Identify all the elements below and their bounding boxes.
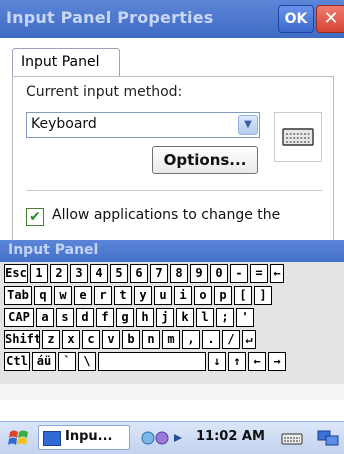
input-method-select[interactable]: Keyboard ▼ xyxy=(26,112,260,138)
keyboard-key[interactable]: 7 xyxy=(150,264,168,283)
keyboard-key[interactable]: u xyxy=(154,286,172,305)
keyboard-key[interactable]: ↓ xyxy=(208,352,226,371)
keyboard-key[interactable]: k xyxy=(176,308,194,327)
keyboard-key[interactable]: → xyxy=(268,352,286,371)
keyboard-key[interactable]: = xyxy=(250,264,268,283)
keyboard-key[interactable]: y xyxy=(134,286,152,305)
taskbar-task-button[interactable]: Inpu... xyxy=(38,425,130,450)
input-panel-title: Input Panel xyxy=(8,242,99,258)
keyboard-key[interactable]: t xyxy=(114,286,132,305)
input-method-value: Keyboard xyxy=(31,116,97,132)
keyboard-key[interactable]: 5 xyxy=(110,264,128,283)
keyboard-key[interactable]: c xyxy=(82,330,100,349)
keyboard-key[interactable]: r xyxy=(94,286,112,305)
keyboard-key[interactable]: ← xyxy=(270,264,284,283)
keyboard-key[interactable]: f xyxy=(96,308,114,327)
keyboard-key[interactable]: ; xyxy=(216,308,234,327)
keyboard-key[interactable]: s xyxy=(56,308,74,327)
keyboard-key[interactable]: / xyxy=(222,330,240,349)
keyboard-key[interactable]: q xyxy=(34,286,52,305)
keyboard-key[interactable]: 1 xyxy=(30,264,48,283)
keyboard-key[interactable]: m xyxy=(162,330,180,349)
keyboard-key[interactable]: a xyxy=(36,308,54,327)
keyboard-key[interactable]: 2 xyxy=(50,264,68,283)
taskbar-task-label: Inpu... xyxy=(65,429,113,444)
keyboard-key[interactable]: ← xyxy=(248,352,266,371)
options-button[interactable]: Options... xyxy=(152,146,258,174)
keyboard-key[interactable]: b xyxy=(122,330,140,349)
keyboard-key[interactable]: , xyxy=(182,330,200,349)
keyboard-key[interactable]: Ctl xyxy=(4,352,30,371)
keyboard-key[interactable]: \ xyxy=(78,352,96,371)
keyboard-icon xyxy=(282,128,314,146)
keyboard-row: Ctl áü ` \ ↓ ↑ ← → xyxy=(4,352,286,372)
keyboard-key[interactable] xyxy=(98,352,206,371)
separator xyxy=(26,190,322,191)
keyboard-key[interactable]: l xyxy=(196,308,214,327)
keyboard-key[interactable]: j xyxy=(156,308,174,327)
clock[interactable]: 11:02 AM xyxy=(196,429,265,444)
keyboard-key[interactable]: ' xyxy=(236,308,254,327)
ok-button[interactable]: OK xyxy=(278,5,314,33)
keyboard-key[interactable]: - xyxy=(230,264,248,283)
keyboard-key[interactable]: 3 xyxy=(70,264,88,283)
keyboard-key[interactable]: i xyxy=(174,286,192,305)
network-icon[interactable] xyxy=(316,428,340,448)
keyboard-key[interactable]: . xyxy=(202,330,220,349)
close-button[interactable]: ✕ xyxy=(316,5,344,33)
input-panel-toggle-icon[interactable] xyxy=(280,428,304,448)
keyboard-key[interactable]: p xyxy=(214,286,232,305)
keyboard-key[interactable]: e xyxy=(74,286,92,305)
keyboard-row: Tab q w e r t y u i o p[] xyxy=(4,286,272,306)
title-bar: Input Panel Properties OK ✕ xyxy=(0,0,344,38)
keyboard-key[interactable]: CAP xyxy=(4,308,34,327)
keyboard-key[interactable]: z xyxy=(42,330,60,349)
start-flag-icon[interactable] xyxy=(8,428,30,448)
tab-input-panel[interactable]: Input Panel xyxy=(12,48,120,76)
keyboard-key[interactable]: Esc xyxy=(4,264,28,283)
keyboard-key[interactable]: 4 xyxy=(90,264,108,283)
window-icon xyxy=(43,431,61,446)
keyboard-row: CAP a s d f g h j k l; ' xyxy=(4,308,254,328)
allow-change-checkbox[interactable]: ✔ xyxy=(26,208,44,226)
keyboard-key[interactable]: [ xyxy=(234,286,252,305)
input-panel-title-bar: Input Panel xyxy=(0,240,344,262)
keyboard-key[interactable]: 9 xyxy=(190,264,208,283)
keyboard-key[interactable]: ↑ xyxy=(228,352,246,371)
keyboard-key[interactable]: Shift xyxy=(4,330,40,349)
window-title: Input Panel Properties xyxy=(6,8,214,27)
keyboard-key[interactable]: áü xyxy=(32,352,56,371)
keyboard-key[interactable]: v xyxy=(102,330,120,349)
soft-keyboard: Esc 1 2 3 4 5 6 7 8 9 0- = ← Tab q w e r t y u i o p[] CAP a s d f g h… xyxy=(0,262,344,384)
keyboard-key[interactable]: 8 xyxy=(170,264,188,283)
keyboard-row: Shift z x c v b n m,. / ↵ xyxy=(4,330,256,350)
keyboard-key[interactable]: h xyxy=(136,308,154,327)
keyboard-key[interactable]: g xyxy=(116,308,134,327)
connectivity-icon[interactable] xyxy=(140,428,190,448)
keyboard-key[interactable]: 0 xyxy=(210,264,228,283)
keyboard-key[interactable]: w xyxy=(54,286,72,305)
allow-change-label: Allow applications to change the xyxy=(52,207,281,223)
keyboard-key[interactable]: d xyxy=(76,308,94,327)
keyboard-key[interactable]: ] xyxy=(254,286,272,305)
keyboard-key[interactable]: ↵ xyxy=(242,330,256,349)
keyboard-key[interactable]: 6 xyxy=(130,264,148,283)
keyboard-key[interactable]: o xyxy=(194,286,212,305)
keyboard-row: Esc 1 2 3 4 5 6 7 8 9 0- = ← xyxy=(4,264,284,284)
keyboard-key[interactable]: ` xyxy=(58,352,76,371)
taskbar: Inpu... 11:02 AM xyxy=(0,421,344,454)
input-panel-bottom xyxy=(0,384,344,400)
keyboard-key[interactable]: n xyxy=(142,330,160,349)
keyboard-icon-preview xyxy=(274,112,322,162)
keyboard-key[interactable]: Tab xyxy=(4,286,32,305)
chevron-down-icon[interactable]: ▼ xyxy=(238,115,258,135)
keyboard-key[interactable]: x xyxy=(62,330,80,349)
current-method-label: Current input method: xyxy=(26,84,183,100)
